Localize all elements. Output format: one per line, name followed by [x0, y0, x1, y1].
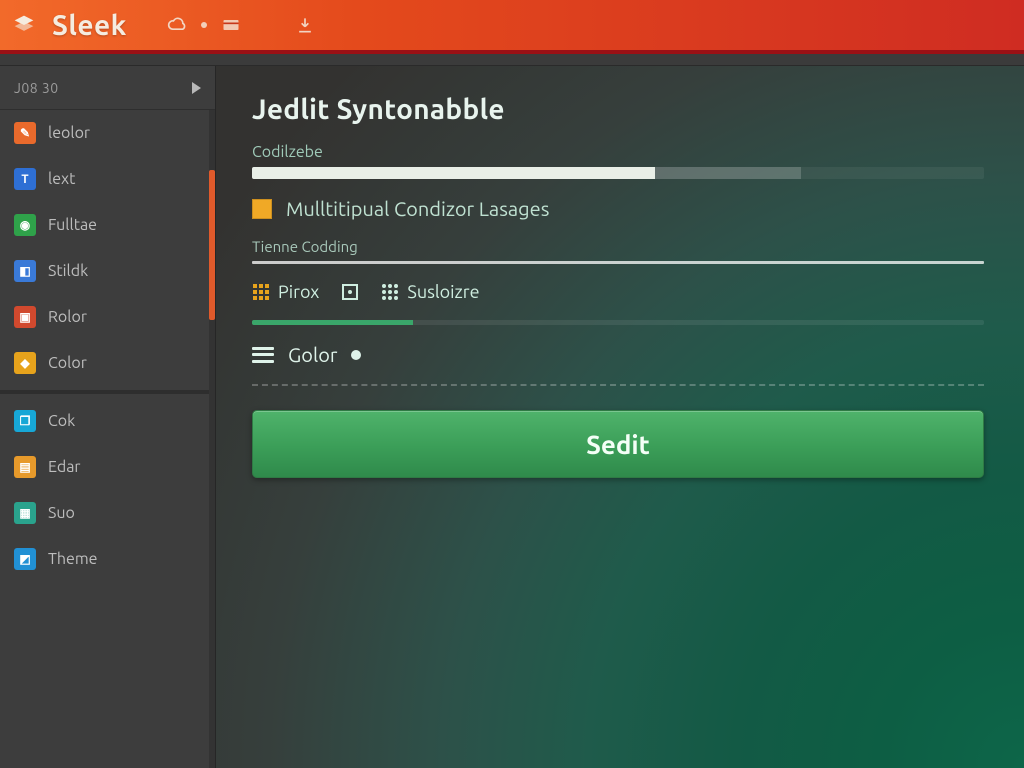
section-label: Codilzebe — [252, 143, 984, 161]
chip-separator — [341, 283, 359, 301]
progress-fill — [252, 167, 655, 179]
progress-bar-small[interactable] — [252, 320, 984, 325]
section-codilzebe: Codilzebe — [252, 143, 984, 179]
play-icon[interactable] — [192, 82, 201, 94]
section-label: Tienne Codding — [252, 238, 984, 255]
sidebar-item-stildk[interactable]: ◧ Stildk — [0, 248, 215, 294]
chip-label: Pirox — [278, 282, 319, 302]
sidebar-item-label: Color — [48, 354, 87, 372]
doc-icon: ❐ — [14, 410, 36, 432]
sidebar-item-label: Theme — [48, 550, 98, 568]
app-logo-icon — [10, 11, 38, 39]
sidebar-list-primary: ✎ leolor T lext ◉ Fulltae ◧ Stildk ▣ Rol… — [0, 110, 215, 386]
download-icon[interactable] — [295, 15, 315, 35]
sidebar-item-rolor[interactable]: ▣ Rolor — [0, 294, 215, 340]
square-icon — [341, 283, 359, 301]
titlebar: Sleek — [0, 0, 1024, 54]
rule — [252, 261, 984, 264]
sidebar-item-suo[interactable]: ▦ Suo — [0, 490, 215, 536]
sidebar-item-leolor[interactable]: ✎ leolor — [0, 110, 215, 156]
sidebar-divider — [0, 390, 215, 394]
primary-button-label: Sedit — [586, 430, 650, 459]
sidebar-item-label: Rolor — [48, 308, 87, 326]
sidebar-item-label: Edar — [48, 458, 80, 476]
shield-icon: ◉ — [14, 214, 36, 236]
sidebar-item-label: lext — [48, 170, 75, 188]
sidebar-header-label: J08 30 — [14, 80, 59, 96]
main-panel: Jedlit Syntonabble Codilzebe Mulltitipua… — [216, 66, 1024, 768]
edit-icon: ✎ — [14, 122, 36, 144]
section-tienne: Tienne Codding — [252, 238, 984, 264]
page-title: Jedlit Syntonabble — [252, 94, 984, 125]
option-golor[interactable]: Golor — [252, 343, 984, 366]
matrix-icon — [252, 283, 270, 301]
sidebar-item-label: Cok — [48, 412, 75, 430]
grid-icon: ▦ — [14, 502, 36, 524]
toolbar-strip — [0, 54, 1024, 66]
sidebar-item-fulltae[interactable]: ◉ Fulltae — [0, 202, 215, 248]
sidebar-list-secondary: ❐ Cok ▤ Edar ▦ Suo ◩ Theme — [0, 398, 215, 582]
palette-icon: ◆ — [14, 352, 36, 374]
progress-bar[interactable] — [252, 167, 984, 179]
chip-susloizre[interactable]: Susloizre — [381, 282, 479, 302]
sidebar-item-label: Fulltae — [48, 216, 97, 234]
chip-row: Pirox Susloizre — [252, 282, 984, 302]
text-icon: T — [14, 168, 36, 190]
radio-icon[interactable] — [351, 350, 361, 360]
grid-dots-icon — [381, 283, 399, 301]
sidebar-scroll-thumb[interactable] — [209, 170, 215, 320]
sidebar-item-label: Stildk — [48, 262, 88, 280]
sidebar-item-theme[interactable]: ◩ Theme — [0, 536, 215, 582]
cube-icon: ◧ — [14, 260, 36, 282]
dot-separator-icon — [201, 22, 207, 28]
sidebar-scrollbar[interactable] — [209, 110, 215, 768]
theme-icon: ◩ — [14, 548, 36, 570]
swatch-icon: ▣ — [14, 306, 36, 328]
card-icon[interactable] — [221, 15, 241, 35]
sidebar-item-color[interactable]: ◆ Color — [0, 340, 215, 386]
sidebar-header[interactable]: J08 30 — [0, 66, 215, 110]
folder-icon: ▤ — [14, 456, 36, 478]
feature-row[interactable]: Mulltitipual Condizor Lasages — [252, 197, 984, 220]
cloud-icon[interactable] — [167, 15, 187, 35]
chip-pirox[interactable]: Pirox — [252, 282, 319, 302]
checkbox-icon[interactable] — [252, 199, 272, 219]
sidebar-item-label: leolor — [48, 124, 90, 142]
dashed-rule — [252, 384, 984, 386]
sidebar-item-edar[interactable]: ▤ Edar — [0, 444, 215, 490]
primary-button[interactable]: Sedit — [252, 410, 984, 478]
app-name: Sleek — [52, 10, 127, 41]
progress-tail — [655, 167, 801, 179]
sidebar-item-label: Suo — [48, 504, 75, 522]
menu-icon — [252, 347, 274, 363]
option-label: Golor — [288, 343, 337, 366]
sidebar-item-cok[interactable]: ❐ Cok — [0, 398, 215, 444]
sidebar-item-lext[interactable]: T lext — [0, 156, 215, 202]
sidebar: J08 30 ✎ leolor T lext ◉ Fulltae ◧ Stild… — [0, 66, 216, 768]
progress-fill — [252, 320, 413, 325]
feature-label: Mulltitipual Condizor Lasages — [286, 197, 549, 220]
chip-label: Susloizre — [407, 282, 479, 302]
